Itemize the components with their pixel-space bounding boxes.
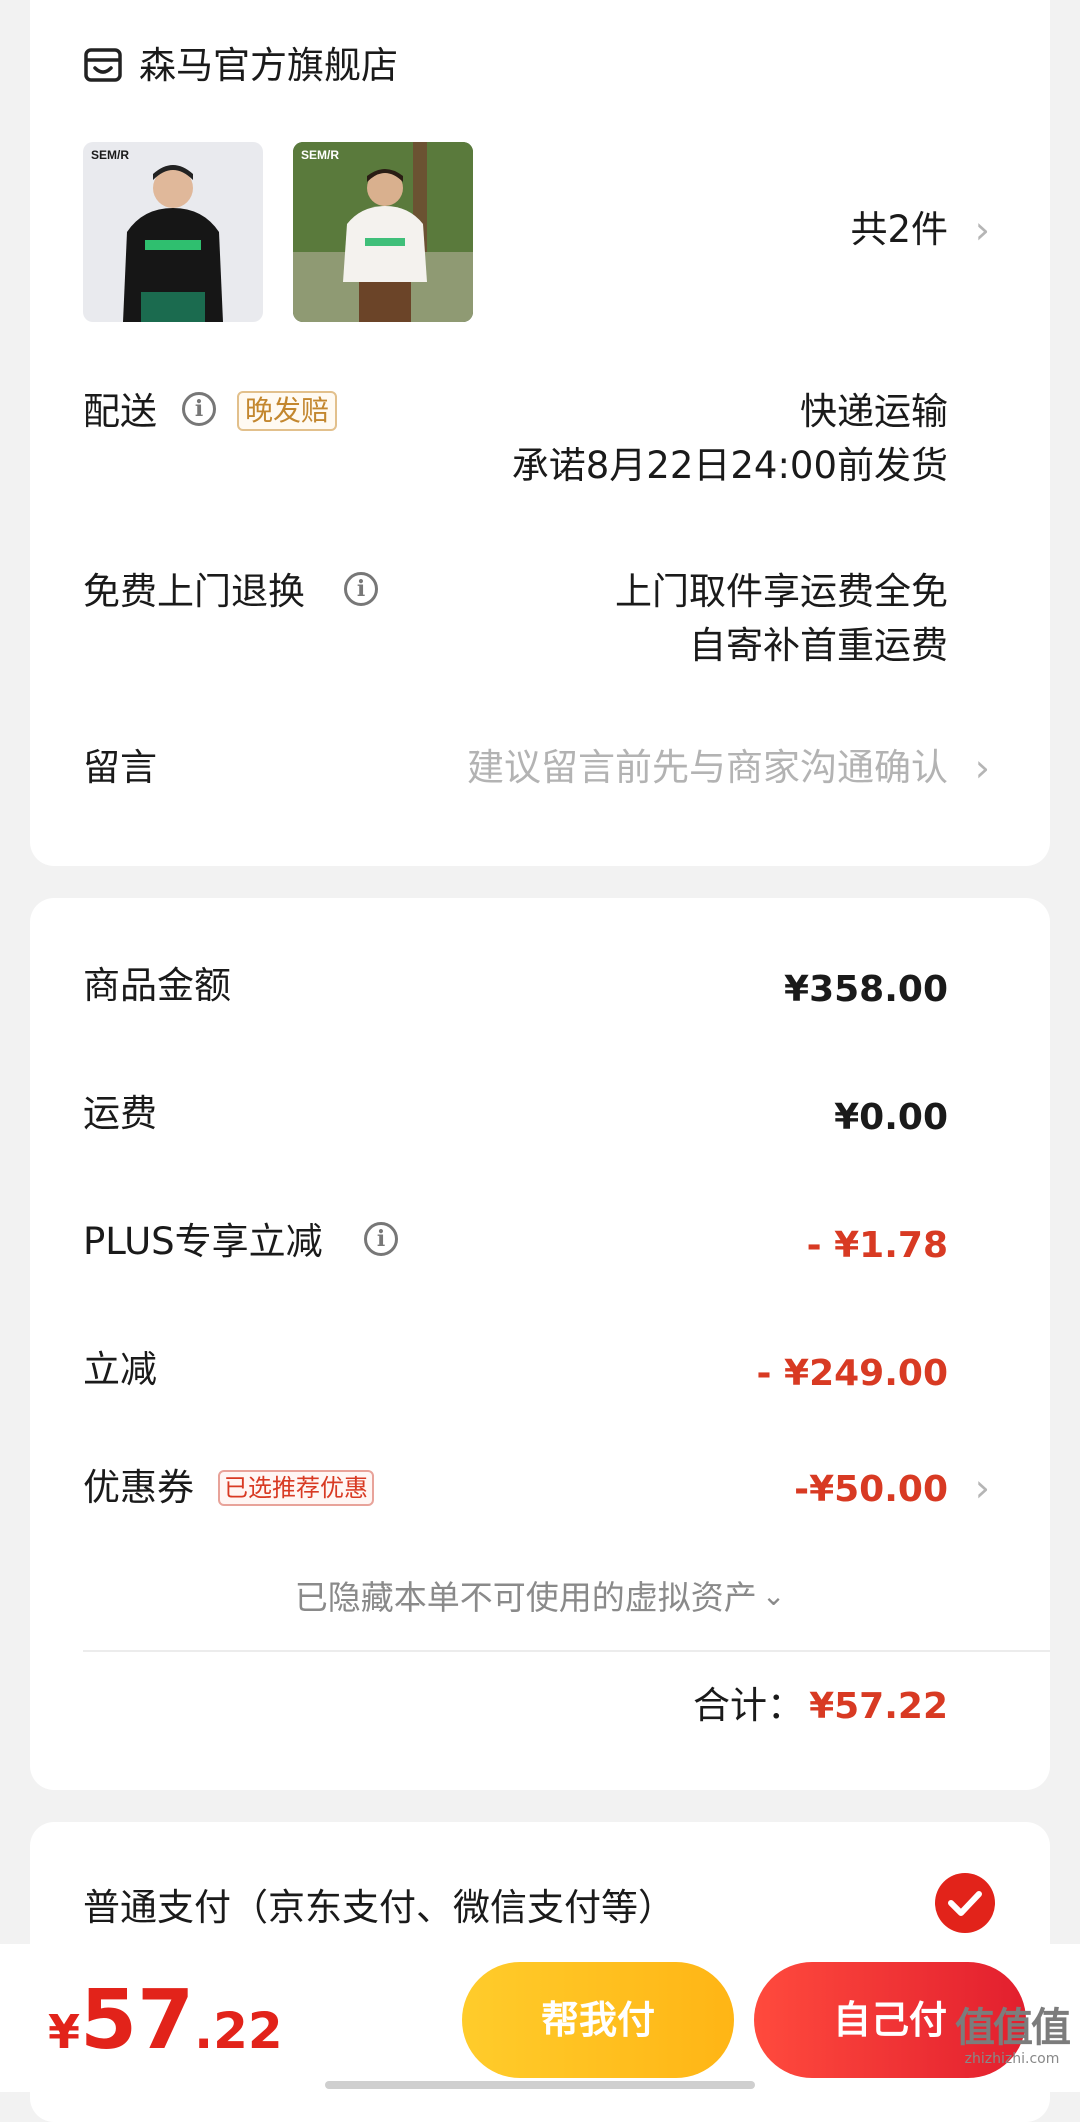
instant-discount-value: - ¥249.00 xyxy=(756,1353,948,1394)
info-icon[interactable]: i xyxy=(182,392,216,426)
total-row: 合计： ¥57.22 xyxy=(693,1684,948,1729)
return-line2: 自寄补首重运费 xyxy=(689,624,948,667)
delivery-method: 快递运输 xyxy=(800,390,948,433)
store-name: 森马官方旗舰店 xyxy=(139,44,398,87)
product-thumbnail[interactable]: SEM/R xyxy=(83,142,263,322)
store-icon xyxy=(84,48,122,82)
pay-amount: ¥57.22 xyxy=(48,1976,283,2066)
product-thumbnail[interactable]: SEM/R xyxy=(293,142,473,322)
payment-option-label[interactable]: 普通支付（京东支付、微信支付等） xyxy=(83,1886,675,1930)
chevron-right-icon[interactable]: › xyxy=(975,1466,990,1510)
amount-integer: 57 xyxy=(80,1973,195,2068)
checked-icon[interactable] xyxy=(934,1872,996,1934)
hidden-assets-toggle[interactable]: 已隐藏本单不可使用的虚拟资产 ⌄ xyxy=(30,1576,1050,1620)
message-input[interactable]: 建议留言前先与商家沟通确认 xyxy=(467,746,948,790)
chevron-right-icon[interactable]: › xyxy=(975,208,990,252)
goods-amount-label: 商品金额 xyxy=(83,964,231,1007)
info-icon[interactable]: i xyxy=(344,572,378,606)
late-compensation-badge: 晚发赔 xyxy=(237,391,338,431)
total-label: 合计： xyxy=(692,1684,804,1727)
plus-discount-value: - ¥1.78 xyxy=(806,1225,948,1266)
chevron-down-icon: ⌄ xyxy=(761,1579,786,1612)
coupon-label: 优惠券 xyxy=(83,1466,194,1509)
currency-symbol: ¥ xyxy=(48,2005,81,2059)
coupon-value[interactable]: -¥50.00 xyxy=(794,1468,948,1512)
chevron-right-icon[interactable]: › xyxy=(975,746,990,790)
watermark-url: zhizhizhi.com xyxy=(964,2051,1060,2067)
shipping-label: 运费 xyxy=(83,1092,157,1135)
home-indicator[interactable] xyxy=(325,2081,755,2089)
store-card: 森马官方旗舰店 SEM/R SEM/R 共2件 › 配送 i 晚发赔 快递运输 … xyxy=(30,0,1050,866)
watermark: 值值值 zhizhizhi.com xyxy=(952,2006,1072,2068)
message-label: 留言 xyxy=(83,746,157,789)
shipping-value: ¥0.00 xyxy=(834,1097,948,1138)
goods-amount-value: ¥358.00 xyxy=(784,969,948,1010)
delivery-label: 配送 xyxy=(83,390,157,433)
help-pay-button[interactable]: 帮我付 xyxy=(462,1962,734,2078)
store-header[interactable]: 森马官方旗舰店 xyxy=(83,42,483,90)
plus-discount-label: PLUS专享立减 xyxy=(83,1220,323,1263)
info-icon[interactable]: i xyxy=(364,1222,398,1256)
items-count[interactable]: 共2件 xyxy=(850,208,948,252)
watermark-logo: 值值值 xyxy=(955,2005,1071,2051)
bottom-action-bar: ¥57.22 帮我付 自己付 xyxy=(0,1944,1080,2092)
free-return-label: 免费上门退换 xyxy=(83,570,305,613)
hidden-assets-text: 已隐藏本单不可使用的虚拟资产 xyxy=(294,1578,757,1617)
return-line1: 上门取件享运费全免 xyxy=(615,570,948,613)
total-value: ¥57.22 xyxy=(809,1686,948,1727)
amount-decimal: .22 xyxy=(194,2002,283,2060)
recommended-coupon-badge: 已选推荐优惠 xyxy=(218,1470,374,1506)
instant-discount-label: 立减 xyxy=(83,1348,157,1391)
delivery-promise: 承诺8月22日24:00前发货 xyxy=(511,444,948,487)
divider xyxy=(83,1650,1050,1652)
price-card: 商品金额 ¥358.00 运费 ¥0.00 PLUS专享立减 i - ¥1.78… xyxy=(30,898,1050,1790)
